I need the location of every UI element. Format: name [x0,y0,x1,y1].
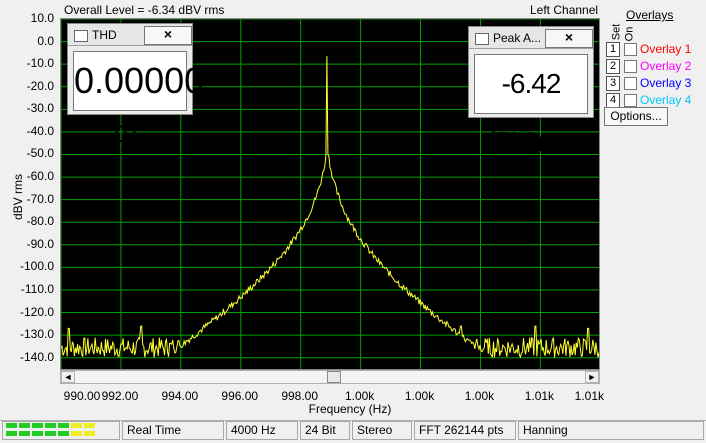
waveform-icon [475,33,489,45]
y-tick-label: -20.0 [26,78,54,93]
level-led [19,431,30,436]
overlay-label-2: Overlay 2 [640,59,692,73]
x-tick-label: 1.00k [464,389,495,403]
level-led [19,423,30,428]
channel-label: Left Channel [530,3,599,17]
overlay-on-checkbox-4[interactable] [624,94,637,107]
peak-meter-title: Peak A... [493,31,542,45]
x-tick-label: 996.00 [221,389,259,403]
x-tick-label: 998.00 [281,389,319,403]
y-tick-label: -60.0 [26,169,54,184]
x-tick-label: 994.00 [161,389,199,403]
level-led [32,423,43,428]
set-header-label: Set [610,23,623,41]
overall-level-readout: Overall Level = -6.34 dBV rms [64,3,225,17]
thd-close-button[interactable]: × [144,26,192,45]
level-led [58,431,69,436]
overlay-label-1: Overlay 1 [640,42,692,56]
status-fft-size: FFT 262144 pts [414,421,516,440]
level-led [45,423,56,428]
overlay-label-4: Overlay 4 [640,93,692,107]
status-window: Hanning [518,421,704,440]
y-tick-label: -30.0 [26,101,54,116]
set-on-header: Set On [608,22,640,42]
scroll-right-arrow-icon[interactable]: ► [585,371,599,383]
y-tick-label: -10.0 [26,56,54,71]
spectrum-plot[interactable]: THD × 0.00000 % Peak A... × -6.42 dBV rm… [60,18,600,370]
y-tick-label: -40.0 [26,123,54,138]
input-level-meter [2,421,120,440]
scroll-left-arrow-icon[interactable]: ◄ [61,371,75,383]
y-tick-label: -90.0 [26,236,54,251]
overlay-on-checkbox-3[interactable] [624,77,637,90]
level-led [84,431,95,436]
overlay-set-button-3[interactable]: 3 [606,76,620,91]
waveform-icon [74,30,88,42]
x-tick-label: 1.01k [524,389,555,403]
overlay-set-button-1[interactable]: 1 [606,42,620,57]
y-tick-label: -140.0 [19,349,54,364]
y-tick-label: 0.0 [37,33,54,48]
peak-value: -6.42 dBV rms [474,54,588,157]
status-channels: Stereo [352,421,412,440]
level-led [6,423,17,428]
thd-meter-title: THD [92,28,117,42]
overlay-label-3: Overlay 3 [640,76,692,90]
on-header-label: On [623,26,636,42]
level-led [71,431,82,436]
status-mode: Real Time [122,421,224,440]
peak-meter[interactable]: Peak A... × -6.42 dBV rms [468,26,594,157]
level-led [45,431,56,436]
peak-close-button[interactable]: × [545,29,593,48]
overlay-set-button-2[interactable]: 2 [606,59,620,74]
thd-meter-titlebar[interactable]: THD × [68,24,192,46]
y-tick-label: -50.0 [26,146,54,161]
x-axis-title: Frequency (Hz) [308,402,392,416]
status-sample-rate: 4000 Hz [226,421,298,440]
level-led [84,423,95,428]
x-tick-label: 1.00k [404,389,435,403]
level-led [6,431,17,436]
x-tick-label: 1.01k [574,389,604,403]
x-tick-label: 1.00k [344,389,375,403]
overlay-on-checkbox-2[interactable] [624,60,637,73]
peak-meter-titlebar[interactable]: Peak A... × [469,27,593,49]
y-tick-label: -80.0 [26,214,54,229]
level-led [58,423,69,428]
level-led [32,431,43,436]
thd-value: 0.00000 % [73,51,204,159]
thd-meter[interactable]: THD × 0.00000 % [67,23,204,159]
frequency-scrollbar[interactable]: ◄ ► [60,370,600,384]
x-tick-label: 992.00 [101,389,139,403]
level-led [71,423,82,428]
overlays-title: Overlays [626,8,674,22]
options-button[interactable]: Options... [604,107,668,126]
overlay-set-button-4[interactable]: 4 [606,93,620,108]
y-tick-label: -70.0 [26,191,54,206]
y-tick-label: -120.0 [19,304,54,319]
y-tick-label: 10.0 [30,11,54,25]
y-tick-label: -130.0 [19,327,54,342]
y-tick-label: -110.0 [20,281,54,296]
status-bit-depth: 24 Bit [300,421,350,440]
overlay-on-checkbox-1[interactable] [624,43,637,56]
scroll-thumb[interactable] [327,371,341,383]
y-tick-label: -100.0 [19,259,54,274]
